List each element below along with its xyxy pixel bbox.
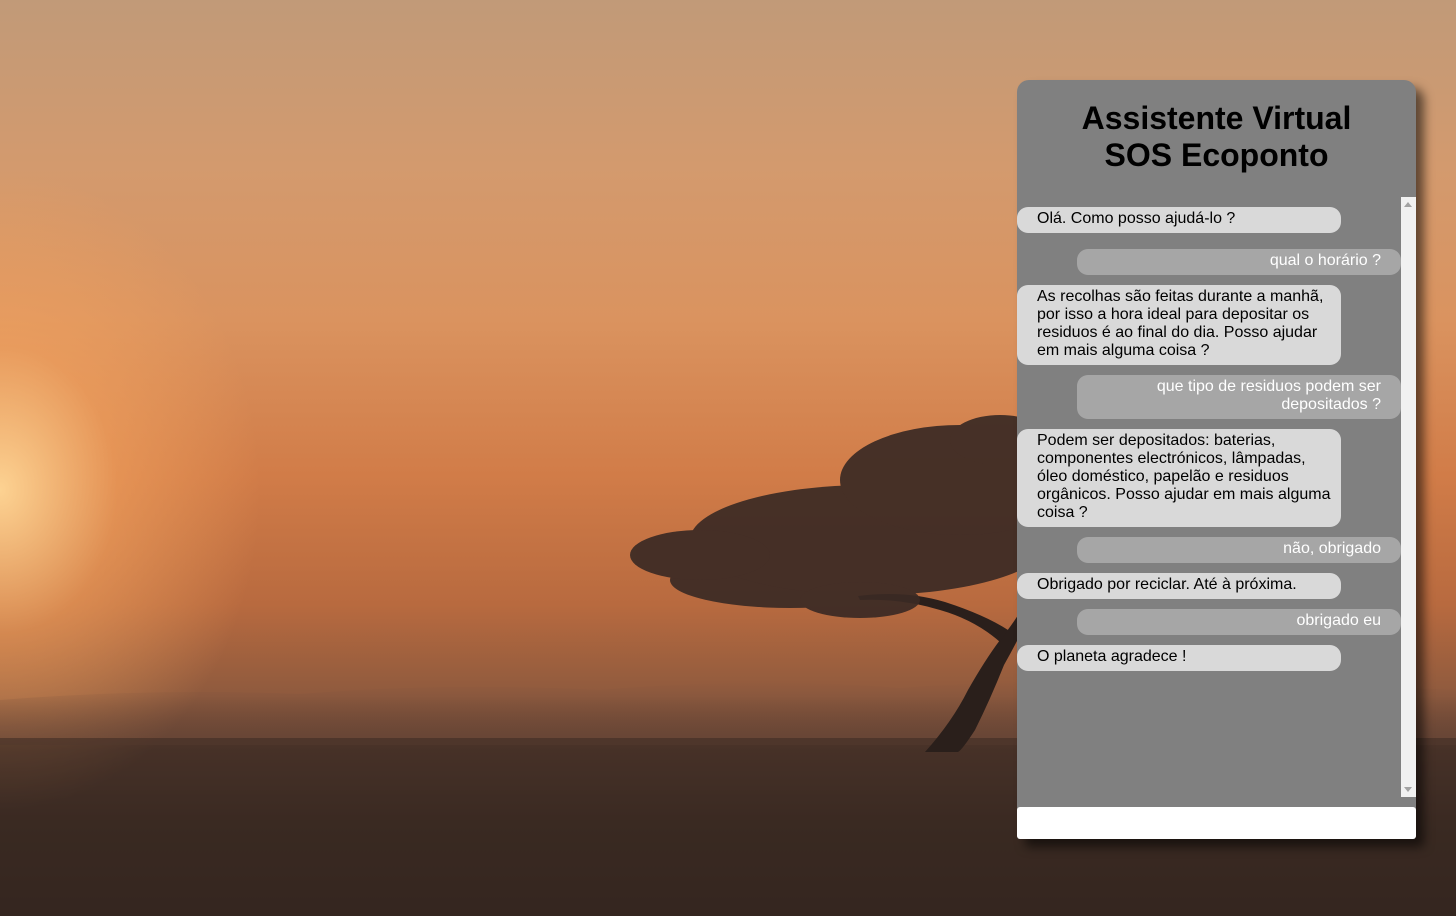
user-message: obrigado eu xyxy=(1077,609,1401,635)
bot-message: Podem ser depositados: baterias, compone… xyxy=(1017,429,1341,527)
user-message: qual o horário ? xyxy=(1077,249,1401,275)
messages-scrollbar[interactable] xyxy=(1401,197,1416,797)
scroll-down-arrow-icon[interactable] xyxy=(1404,787,1412,792)
bot-message: Olá. Como posso ajudá-lo ? xyxy=(1017,207,1341,233)
chat-messages-area[interactable]: Olá. Como posso ajudá-lo ? qual o horári… xyxy=(1017,197,1416,797)
chat-title-line-1: Assistente Virtual xyxy=(1081,100,1352,136)
user-message: que tipo de residuos podem ser depositad… xyxy=(1077,375,1401,419)
chat-assistant-panel: Assistente Virtual SOS Ecoponto Olá. Com… xyxy=(1017,80,1416,839)
user-message: não, obrigado xyxy=(1077,537,1401,563)
chat-title-line-2: SOS Ecoponto xyxy=(1104,137,1329,173)
chat-title: Assistente Virtual SOS Ecoponto xyxy=(1017,80,1416,177)
bot-message: O planeta agradece ! xyxy=(1017,645,1341,671)
bot-message: As recolhas são feitas durante a manhã, … xyxy=(1017,285,1341,365)
scroll-up-arrow-icon[interactable] xyxy=(1404,202,1412,207)
bot-message: Obrigado por reciclar. Até à próxima. xyxy=(1017,573,1341,599)
chat-messages-list: Olá. Como posso ajudá-lo ? qual o horári… xyxy=(1017,197,1401,797)
chat-message-input[interactable] xyxy=(1017,807,1416,839)
